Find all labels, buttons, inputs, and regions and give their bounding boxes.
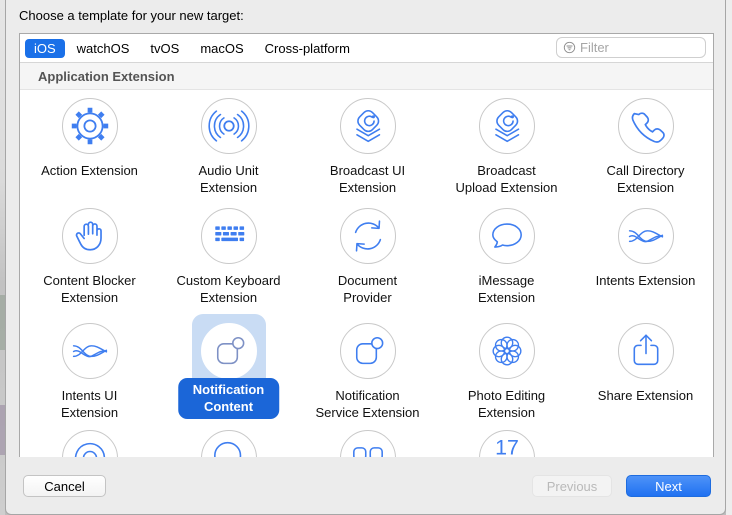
filter-input[interactable] (580, 40, 692, 55)
sticker-squares-icon (340, 430, 396, 457)
screen: Choose a template for your new target: i… (0, 0, 732, 515)
tab-ios[interactable]: iOS (25, 39, 65, 58)
template-item-partial[interactable] (20, 430, 159, 457)
tab-macos[interactable]: macOS (191, 39, 252, 58)
template-label: Content Blocker Extension (20, 273, 159, 306)
at-sign-icon (62, 430, 118, 457)
template-label-selected: Notification Content (178, 378, 280, 419)
template-label: Share Extension (576, 388, 713, 405)
calendar-number-icon: 17 (479, 430, 535, 457)
dialog-footer: Cancel Previous Next (6, 468, 725, 514)
template-item-notification-content[interactable]: Notification Content (159, 323, 298, 428)
gear-icon (62, 98, 118, 154)
share-icon (618, 323, 674, 379)
template-label: Call Directory Extension (576, 163, 713, 196)
section-header: Application Extension (20, 63, 713, 90)
template-label: Intents Extension (576, 273, 713, 290)
template-item-audio-unit-extension[interactable]: Audio Unit Extension (159, 98, 298, 203)
template-item-broadcast-ui-extension[interactable]: Broadcast UI Extension (298, 98, 437, 203)
template-label: Intents UI Extension (20, 388, 159, 421)
template-item-imessage-extension[interactable]: iMessage Extension (437, 208, 576, 313)
template-label: Audio Unit Extension (159, 163, 298, 196)
template-label: Action Extension (20, 163, 159, 180)
tab-tvos[interactable]: tvOS (141, 39, 188, 58)
template-item-action-extension[interactable]: Action Extension (20, 98, 159, 203)
platform-tab-bar: iOSwatchOStvOSmacOSCross-platform (20, 34, 713, 63)
template-item-call-directory-extension[interactable]: Call Directory Extension (576, 98, 713, 203)
broadcast-layers-icon (340, 98, 396, 154)
filter-icon (563, 41, 576, 54)
template-item-document-provider[interactable]: Document Provider (298, 208, 437, 313)
audio-waves-icon (201, 98, 257, 154)
magnifier-lens-icon (201, 430, 257, 457)
svg-text:17: 17 (495, 436, 519, 457)
template-chooser: iOSwatchOStvOSmacOSCross-platform Applic… (19, 33, 714, 457)
crossing-waves-icon (62, 323, 118, 379)
template-item-photo-editing-extension[interactable]: Photo Editing Extension (437, 323, 576, 428)
broadcast-layers-icon (479, 98, 535, 154)
filter-field[interactable] (556, 37, 706, 58)
app-notification-badge-icon (340, 323, 396, 379)
template-item-share-extension[interactable]: Share Extension (576, 323, 713, 428)
previous-button[interactable]: Previous (532, 475, 612, 497)
template-item-intents-ui-extension[interactable]: Intents UI Extension (20, 323, 159, 428)
template-item-content-blocker-extension[interactable]: Content Blocker Extension (20, 208, 159, 313)
template-item-notification-service-extension[interactable]: Notification Service Extension (298, 323, 437, 428)
template-label: Document Provider (298, 273, 437, 306)
template-label: iMessage Extension (437, 273, 576, 306)
background-window-right-edge (726, 0, 732, 515)
hand-icon (62, 208, 118, 264)
tab-cross-platform[interactable]: Cross-platform (256, 39, 359, 58)
speech-bubble-icon (479, 208, 535, 264)
template-item-broadcast-upload-extension[interactable]: Broadcast Upload Extension (437, 98, 576, 203)
template-label: Broadcast UI Extension (298, 163, 437, 196)
tab-watchos[interactable]: watchOS (68, 39, 139, 58)
app-notification-badge-icon (201, 323, 257, 379)
template-item-intents-extension[interactable]: Intents Extension (576, 208, 713, 313)
next-button[interactable]: Next (626, 475, 711, 497)
sync-arrows-icon (340, 208, 396, 264)
new-target-template-dialog: Choose a template for your new target: i… (5, 0, 726, 515)
cancel-button[interactable]: Cancel (23, 475, 106, 497)
template-label: Photo Editing Extension (437, 388, 576, 421)
template-label: Custom Keyboard Extension (159, 273, 298, 306)
keyboard-icon (201, 208, 257, 264)
dialog-title: Choose a template for your new target: (19, 8, 244, 23)
section-header-label: Application Extension (38, 69, 175, 84)
crossing-waves-icon (618, 208, 674, 264)
template-item-partial[interactable]: 17 (437, 430, 576, 457)
phone-icon (618, 98, 674, 154)
template-grid: Action ExtensionAudio Unit ExtensionBroa… (20, 90, 713, 457)
template-item-partial[interactable] (298, 430, 437, 457)
template-item-partial[interactable] (159, 430, 298, 457)
template-label: Notification Service Extension (298, 388, 437, 421)
photos-flower-icon (479, 323, 535, 379)
template-item-custom-keyboard-extension[interactable]: Custom Keyboard Extension (159, 208, 298, 313)
template-label: Broadcast Upload Extension (437, 163, 576, 196)
